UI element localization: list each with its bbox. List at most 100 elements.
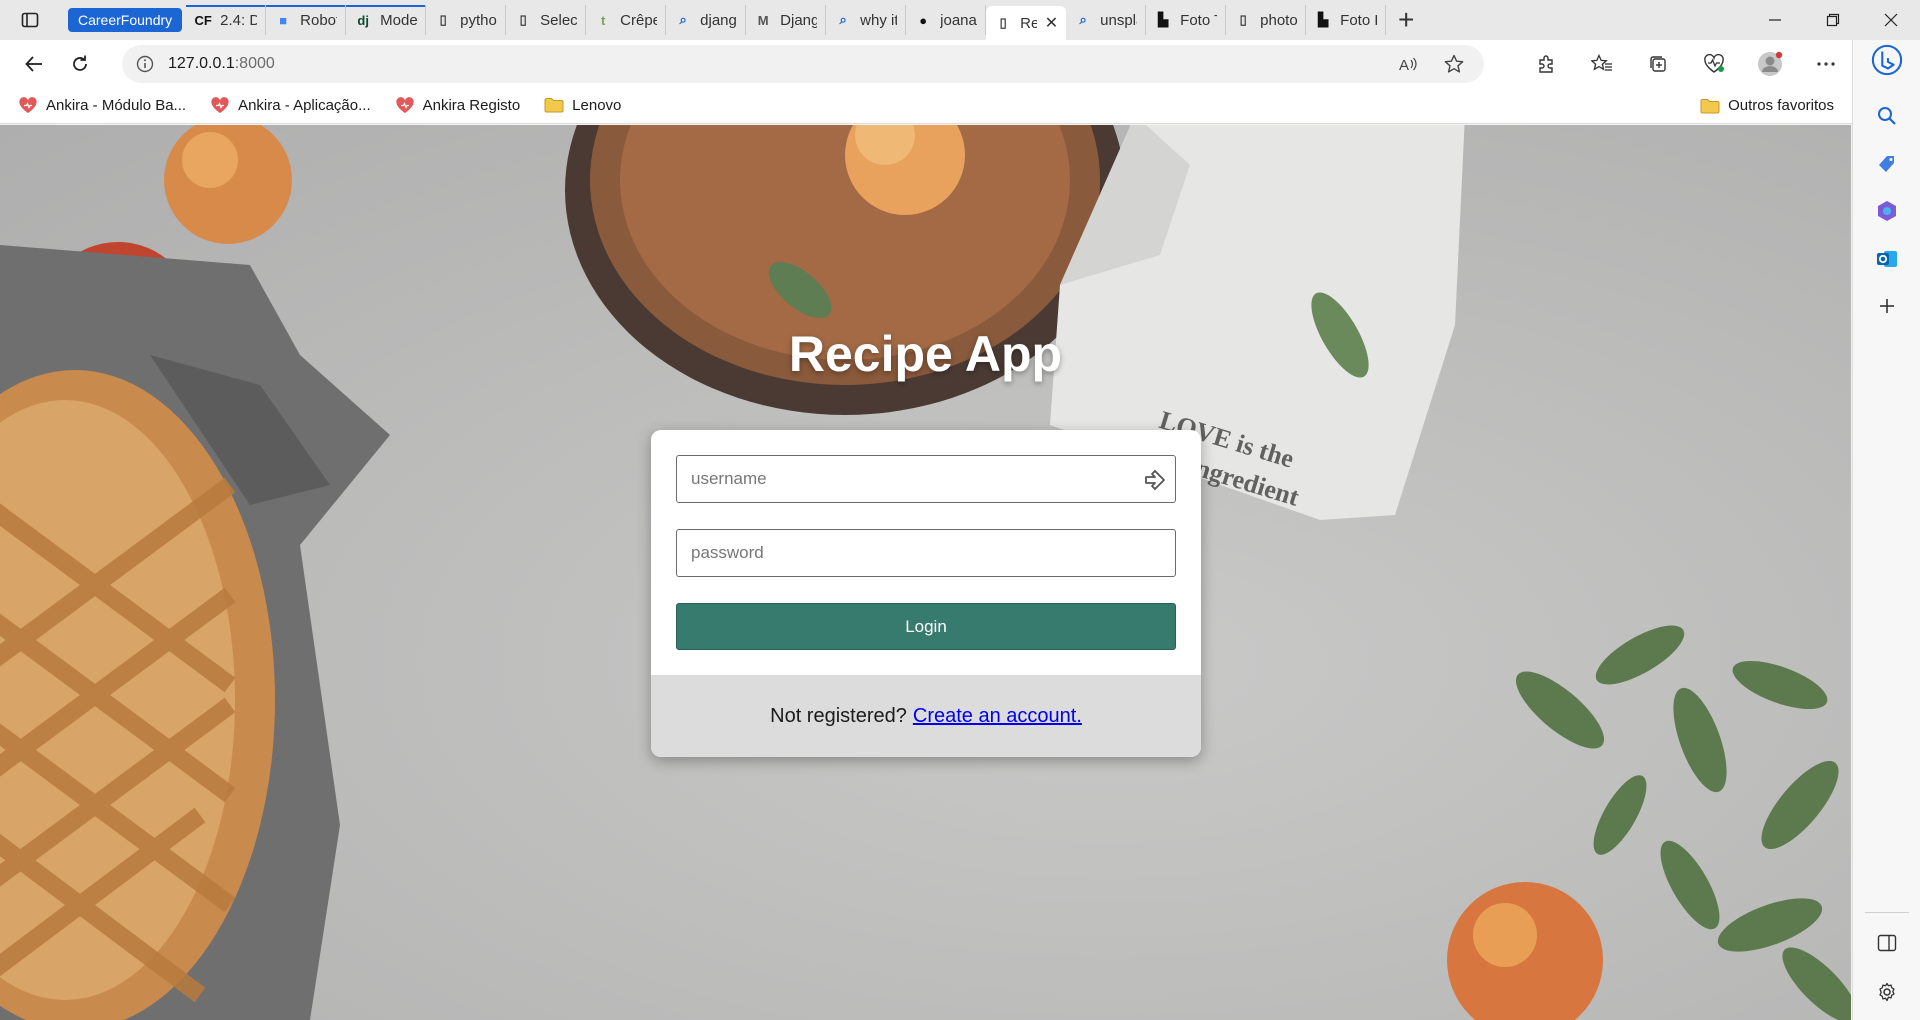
favorites-bar: Ankira - Módulo Ba... Ankira - Aplicação.… [0, 88, 1920, 124]
favorite-label: Ankira Registo [422, 97, 521, 114]
tab-title: Roboto [300, 11, 337, 29]
create-account-link[interactable]: Create an account. [913, 705, 1082, 728]
heart-icon [19, 96, 37, 113]
search-icon [1878, 107, 1896, 125]
favorite-item-3[interactable]: Ankira Registo [395, 96, 521, 115]
site-info-icon[interactable] [122, 55, 168, 73]
tab-1[interactable]: CF 2.4: Djan [186, 5, 267, 35]
tab-strip: CareerFoundry CF 2.4: Djan ■ Roboto dj Models… [0, 0, 1920, 40]
tab-5[interactable]: ▯ Select i [506, 5, 587, 35]
tab-13[interactable]: ▙ Foto Tr [1146, 5, 1227, 35]
sidebar-settings-button[interactable] [1871, 976, 1903, 1008]
password-placeholder: password [691, 543, 764, 562]
restore-button[interactable] [1804, 0, 1862, 40]
tab-actions-icon [21, 12, 39, 28]
tab-12[interactable]: ⌕ unsplas [1066, 5, 1147, 35]
login-button[interactable]: Login [676, 603, 1176, 650]
page-icon: ▯ [519, 12, 527, 27]
tab-title: why it i [860, 11, 897, 29]
more-options-icon[interactable] [1798, 44, 1854, 84]
address-bar[interactable]: 127.0.0.1:8000 A [122, 45, 1484, 83]
page-icon: ▯ [1239, 12, 1247, 27]
heart-icon [211, 96, 229, 113]
username-input[interactable]: username [676, 455, 1176, 503]
careerfoundry-icon: CF [194, 12, 212, 28]
search-icon: ⌕ [839, 12, 847, 27]
tab-4[interactable]: ▯ python [426, 5, 507, 35]
favorite-label: Ankira - Aplicação... [238, 97, 371, 114]
window-controls [1746, 0, 1920, 40]
tab-6[interactable]: t Crêpes [586, 5, 667, 35]
tab-title: Rec [1020, 14, 1037, 32]
tab-list: CareerFoundry CF 2.4: Djan ■ Roboto dj Models… [60, 0, 1387, 40]
collections-icon[interactable] [1630, 44, 1686, 84]
tab-9[interactable]: ⌕ why it i [826, 5, 907, 35]
tab-group-careerfoundry[interactable]: CareerFoundry [68, 8, 183, 32]
tab-10[interactable]: ● joanafr [906, 5, 987, 35]
plus-icon [1880, 299, 1894, 313]
card-footer: Not registered? Create an account. [651, 675, 1201, 757]
tab-15[interactable]: ▙ Foto Pr [1306, 5, 1387, 35]
back-arrow-icon [25, 56, 42, 72]
tab-title: Select i [540, 11, 578, 29]
password-input[interactable]: password [676, 529, 1176, 577]
sidebar-tools-button[interactable] [1871, 195, 1903, 227]
page-icon: ▯ [999, 15, 1007, 30]
gear-icon [1879, 982, 1895, 1002]
bing-copilot-button[interactable] [1871, 44, 1903, 76]
favorite-star-icon[interactable] [1434, 44, 1474, 84]
browser-essentials-icon[interactable] [1686, 44, 1742, 84]
favorite-item-1[interactable]: Ankira - Módulo Ba... [18, 96, 187, 115]
tools-icon [1878, 201, 1896, 221]
favorites-icon[interactable] [1574, 44, 1630, 84]
tab-3[interactable]: dj Models [346, 5, 427, 35]
tab-11[interactable]: ▯ Rec ✕ [986, 6, 1067, 40]
not-registered-text: Not registered? [770, 704, 907, 727]
profile-avatar[interactable] [1742, 44, 1798, 84]
tab-14[interactable]: ▯ photo- [1226, 5, 1307, 35]
tab-title: unsplas [1100, 11, 1137, 29]
tab-2[interactable]: ■ Roboto [266, 5, 347, 35]
back-button[interactable] [12, 44, 56, 84]
outlook-icon [1877, 251, 1897, 267]
tab-title: Django [780, 11, 817, 29]
sidebar-outlook-button[interactable] [1871, 243, 1903, 275]
other-favorites-folder[interactable]: Outros favoritos [1700, 97, 1834, 114]
favorite-label: Ankira - Módulo Ba... [46, 97, 187, 114]
close-icon [1884, 13, 1898, 27]
url-text[interactable]: 127.0.0.1:8000 [168, 55, 275, 73]
favorite-item-4[interactable]: Lenovo [544, 97, 621, 115]
favorite-item-2[interactable]: Ankira - Aplicação... [210, 96, 371, 115]
tab-title: Foto Tr [1180, 11, 1217, 29]
refresh-button[interactable] [58, 44, 102, 84]
tab-actions-button[interactable] [0, 0, 60, 40]
favorite-label: Lenovo [572, 97, 622, 114]
search-icon: ⌕ [1079, 12, 1087, 27]
tab-title: joanafr [940, 11, 977, 29]
close-window-button[interactable] [1862, 0, 1920, 40]
tab-7[interactable]: ⌕ django [666, 5, 747, 35]
sidebar-add-button[interactable] [1871, 290, 1903, 322]
extensions-icon[interactable] [1518, 44, 1574, 84]
read-aloud-icon[interactable]: A [1388, 44, 1428, 84]
tab-title: 2.4: Djan [220, 11, 257, 29]
svg-text:A: A [1399, 57, 1409, 74]
split-pane-icon [1877, 934, 1897, 952]
github-icon: ● [919, 12, 928, 28]
recipe-app-page: LOVE is the best ingredient Recipe App u… [0, 125, 1851, 1020]
sidebar-layout-button[interactable] [1871, 927, 1903, 959]
sidebar-shopping-button[interactable] [1871, 148, 1903, 180]
sidebar-search-button[interactable] [1871, 100, 1903, 132]
page-icon: ▯ [439, 12, 447, 27]
new-tab-button[interactable]: + [1386, 0, 1426, 40]
refresh-icon [73, 55, 87, 71]
search-icon: ⌕ [679, 12, 687, 27]
bing-icon [1871, 44, 1903, 76]
unsplash-icon: ▙ [1318, 12, 1329, 27]
minimize-button[interactable] [1746, 0, 1804, 40]
sidebar-divider [1865, 912, 1909, 913]
restore-icon [1826, 13, 1840, 27]
password-manager-key-icon[interactable] [1143, 468, 1167, 492]
tab-8[interactable]: M Django [746, 5, 827, 35]
close-tab-icon[interactable]: ✕ [1045, 13, 1058, 33]
